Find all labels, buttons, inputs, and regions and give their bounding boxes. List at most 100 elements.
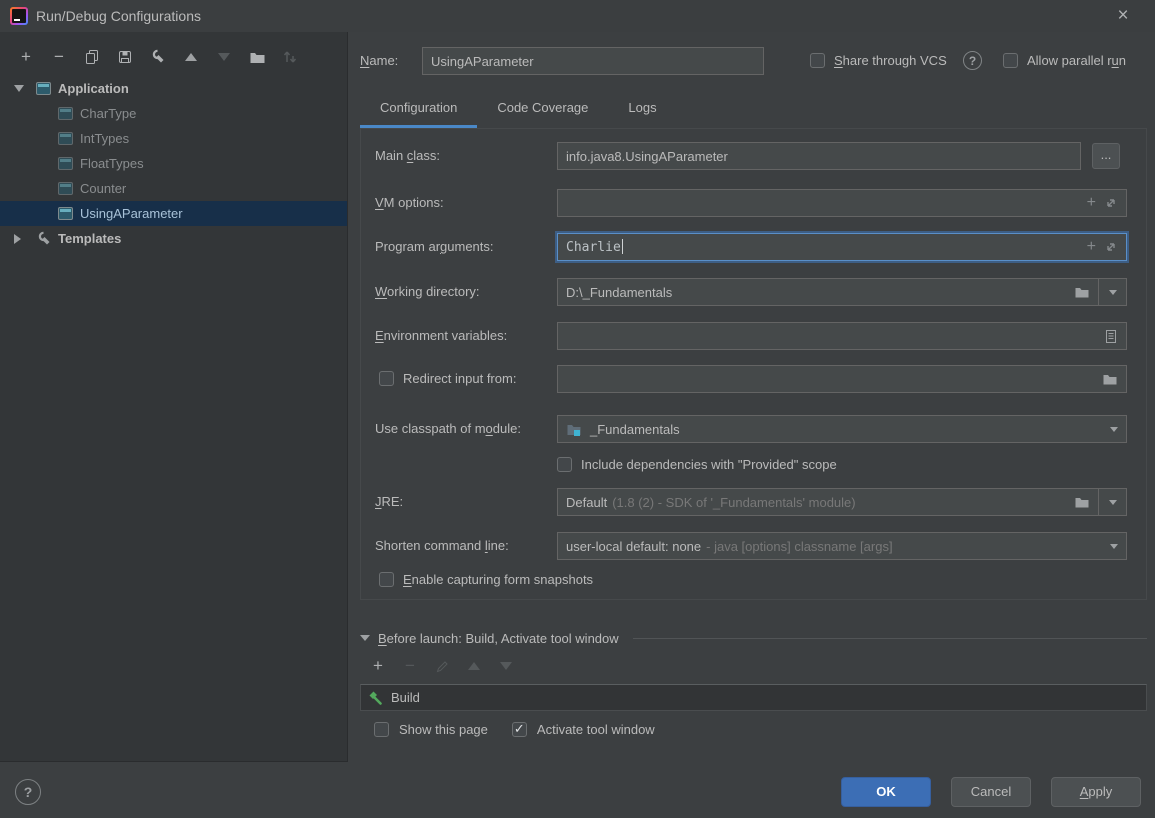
help-button[interactable]: ? <box>15 779 41 805</box>
save-configuration-icon[interactable] <box>117 49 133 65</box>
close-icon[interactable]: × <box>1111 4 1135 28</box>
add-macro-icon[interactable]: + <box>1087 194 1096 212</box>
tree-item-chartype[interactable]: CharType <box>0 101 347 126</box>
folder-icon[interactable] <box>1074 495 1090 509</box>
remove-task-icon: − <box>402 658 418 674</box>
chevron-down-icon <box>1110 544 1118 549</box>
redirect-input-checkbox[interactable] <box>379 371 394 386</box>
vm-options-row: VM options: + <box>361 189 1146 217</box>
tree-item-counter[interactable]: Counter <box>0 176 347 201</box>
vm-options-field[interactable]: + <box>557 189 1127 217</box>
application-icon <box>36 81 52 97</box>
working-directory-dropdown-button[interactable] <box>1098 278 1127 306</box>
program-arguments-field-focused[interactable]: Charlie + <box>557 233 1127 261</box>
dialog-buttons: OK Cancel Apply <box>348 777 1155 807</box>
expand-field-icon[interactable] <box>1104 196 1118 210</box>
move-task-up-icon <box>466 658 482 674</box>
jre-dropdown-button[interactable] <box>1098 488 1127 516</box>
classpath-module-combobox[interactable]: _Fundamentals <box>557 415 1127 443</box>
add-configuration-icon[interactable]: + <box>18 49 34 65</box>
allow-parallel-run-label: Allow parallel run <box>1027 53 1126 68</box>
build-task-label: Build <box>391 690 420 705</box>
move-up-icon[interactable] <box>183 49 199 65</box>
chevron-down-icon <box>1110 427 1118 432</box>
shorten-command-line-row: Shorten command line: user-local default… <box>361 532 1146 560</box>
share-through-vcs-checkbox[interactable] <box>810 53 825 68</box>
remove-configuration-icon[interactable]: − <box>51 49 67 65</box>
tab-code-coverage[interactable]: Code Coverage <box>477 92 608 128</box>
expand-field-icon[interactable] <box>1104 240 1118 254</box>
show-this-page-label: Show this page <box>399 722 488 737</box>
tree-group-templates[interactable]: Templates <box>0 226 347 251</box>
browse-main-class-button[interactable]: ... <box>1092 143 1120 169</box>
configurations-tree: Application CharType IntTypes FloatTypes… <box>0 76 347 251</box>
tree-item-floattypes[interactable]: FloatTypes <box>0 151 347 176</box>
new-folder-icon[interactable] <box>249 49 265 65</box>
before-launch-header[interactable]: Before launch: Build, Activate tool wind… <box>360 628 1147 648</box>
before-launch-title: Before launch: Build, Activate tool wind… <box>378 631 619 646</box>
edit-defaults-wrench-icon[interactable] <box>150 49 166 65</box>
tab-logs[interactable]: Logs <box>608 92 676 128</box>
show-this-page-checkbox[interactable] <box>374 722 389 737</box>
folder-icon[interactable] <box>1102 372 1118 386</box>
jre-row: JRE: Default (1.8 (2) - SDK of '_Fundame… <box>361 488 1146 516</box>
tree-toolbar: + − <box>18 45 298 69</box>
name-input[interactable] <box>422 47 764 75</box>
provided-scope-checkbox[interactable] <box>557 457 572 472</box>
before-launch-toolbar: + − <box>370 658 514 674</box>
edit-task-icon <box>434 658 450 674</box>
ok-button[interactable]: OK <box>841 777 931 807</box>
vcs-help-icon[interactable]: ? <box>963 51 982 70</box>
tab-configuration[interactable]: Configuration <box>360 92 477 128</box>
environment-variables-label: Environment variables: <box>375 328 507 343</box>
chevron-down-icon <box>1109 290 1117 295</box>
chevron-right-icon[interactable] <box>14 234 21 244</box>
form-snapshots-checkbox[interactable] <box>379 572 394 587</box>
tree-item-inttypes[interactable]: IntTypes <box>0 126 347 151</box>
move-task-down-icon <box>498 658 514 674</box>
cancel-button[interactable]: Cancel <box>951 777 1031 807</box>
title-bar: Run/Debug Configurations × <box>0 0 1155 32</box>
shorten-command-line-combobox[interactable]: user-local default: none - java [options… <box>557 532 1127 560</box>
separator-line <box>633 638 1147 639</box>
application-icon <box>58 106 74 122</box>
application-icon <box>58 181 74 197</box>
browse-env-vars-icon[interactable] <box>1104 329 1118 344</box>
program-arguments-label: Program arguments: <box>375 239 494 254</box>
tree-item-usingaparameter-selected[interactable]: UsingAParameter <box>0 201 347 226</box>
allow-parallel-run-checkbox[interactable] <box>1003 53 1018 68</box>
application-icon <box>58 206 74 222</box>
add-macro-icon[interactable]: + <box>1087 238 1096 256</box>
add-task-icon[interactable]: + <box>370 658 386 674</box>
program-arguments-row: Program arguments: Charlie + <box>361 233 1146 261</box>
classpath-module-value: _Fundamentals <box>590 422 1110 437</box>
apply-button[interactable]: Apply <box>1051 777 1141 807</box>
before-launch-task-build[interactable]: Build <box>360 684 1147 711</box>
copy-configuration-icon[interactable] <box>84 49 100 65</box>
activate-tool-window-checkbox[interactable] <box>512 722 527 737</box>
chevron-down-icon[interactable] <box>360 635 370 641</box>
folder-icon[interactable] <box>1074 285 1090 299</box>
program-arguments-value: Charlie <box>566 240 621 255</box>
working-directory-field[interactable]: D:\_Fundamentals <box>557 278 1099 306</box>
provided-scope-row: Include dependencies with "Provided" sco… <box>361 456 1146 474</box>
redirect-input-field[interactable] <box>557 365 1127 393</box>
vm-options-label: VM options: <box>375 195 444 210</box>
configuration-editor: Name: Share through VCS ? Allow parallel… <box>348 32 1155 818</box>
templates-wrench-icon <box>36 231 52 247</box>
shorten-command-line-label: Shorten command line: <box>375 538 509 553</box>
form-snapshots-row: Enable capturing form snapshots <box>361 571 1146 589</box>
tree-group-application[interactable]: Application <box>0 76 347 101</box>
chevron-down-icon[interactable] <box>14 85 24 92</box>
provided-scope-label: Include dependencies with "Provided" sco… <box>581 457 837 472</box>
window-title: Run/Debug Configurations <box>36 0 201 32</box>
main-class-value: info.java8.UsingAParameter <box>566 149 1072 164</box>
main-class-field[interactable]: info.java8.UsingAParameter <box>557 142 1081 170</box>
configurations-panel: + − Application CharType <box>0 32 348 762</box>
working-directory-value: D:\_Fundamentals <box>566 285 1066 300</box>
jre-combobox[interactable]: Default (1.8 (2) - SDK of '_Fundamentals… <box>557 488 1099 516</box>
chevron-down-icon <box>1109 500 1117 505</box>
environment-variables-field[interactable] <box>557 322 1127 350</box>
jre-hint: (1.8 (2) - SDK of '_Fundamentals' module… <box>612 495 1066 510</box>
intellij-logo-icon <box>10 7 28 25</box>
